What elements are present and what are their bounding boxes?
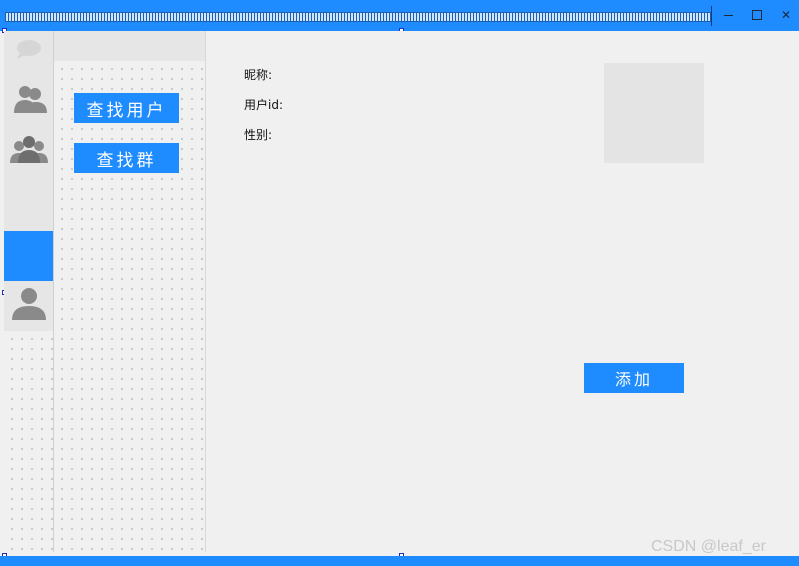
search-panel: 查找用户 查找群 bbox=[54, 31, 206, 552]
maximize-button[interactable] bbox=[743, 4, 771, 26]
title-drag-strip[interactable] bbox=[5, 12, 711, 22]
title-divider bbox=[711, 6, 712, 26]
nav-item-profile[interactable] bbox=[4, 281, 53, 325]
watermark: CSDN @leaf_er bbox=[651, 538, 766, 555]
minimize-button[interactable] bbox=[714, 4, 742, 26]
nav-item-add-friend[interactable] bbox=[4, 231, 53, 281]
find-group-button[interactable]: 查找群 bbox=[74, 143, 179, 173]
add-button[interactable]: 添加 bbox=[584, 363, 684, 393]
search-panel-header bbox=[54, 31, 205, 61]
nav-item-groups[interactable] bbox=[4, 131, 53, 167]
chat-bubble-icon bbox=[16, 40, 41, 59]
nickname-label: 昵称: bbox=[244, 68, 273, 82]
user-icon bbox=[11, 288, 46, 320]
user-info-area: 昵称: 用户id: 性别: 添加 bbox=[206, 31, 799, 552]
maximize-icon bbox=[752, 10, 762, 20]
gender-label: 性别: bbox=[244, 128, 273, 142]
nav-rail bbox=[4, 31, 54, 552]
find-user-button[interactable]: 查找用户 bbox=[74, 93, 179, 123]
nav-item-contacts[interactable] bbox=[4, 81, 53, 117]
user-id-label: 用户id: bbox=[244, 98, 283, 112]
group-icon bbox=[9, 136, 48, 163]
close-button[interactable]: ✕ bbox=[772, 4, 799, 26]
minimize-icon bbox=[723, 14, 733, 16]
close-icon: ✕ bbox=[780, 8, 792, 22]
nav-item-chat[interactable] bbox=[4, 34, 53, 64]
title-bar[interactable]: ✕ bbox=[0, 0, 799, 31]
avatar bbox=[604, 63, 704, 163]
contacts-icon bbox=[13, 86, 47, 113]
bottom-bar bbox=[0, 556, 799, 566]
